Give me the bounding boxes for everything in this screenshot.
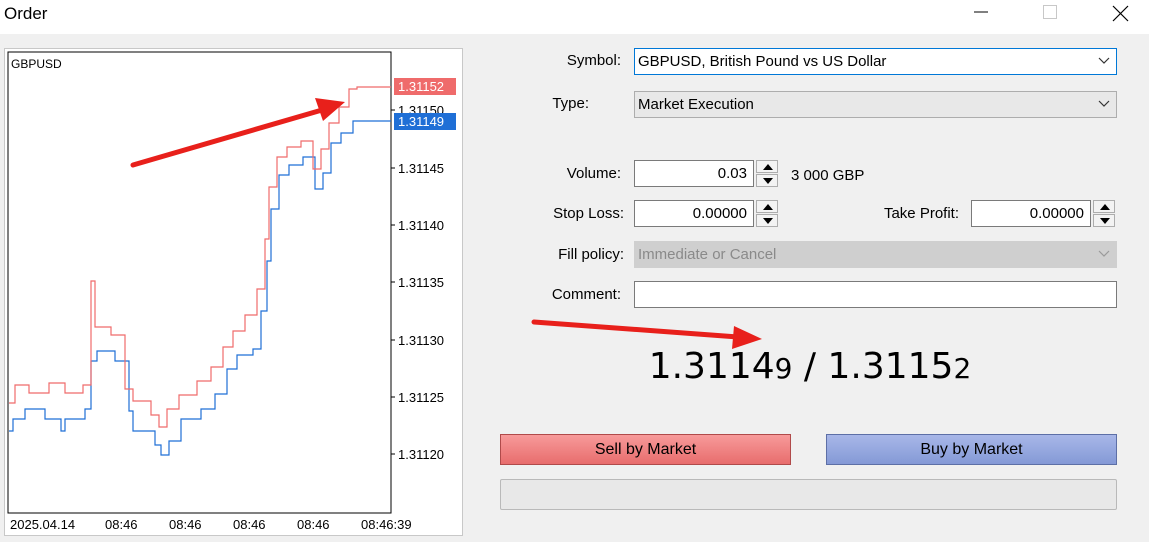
volume-input[interactable]: 0.03 bbox=[634, 160, 754, 187]
stop-loss-up-button[interactable] bbox=[756, 200, 778, 213]
status-bar bbox=[500, 479, 1117, 510]
ask-price-tag-text: 1.31152 bbox=[398, 79, 444, 94]
minimize-button[interactable] bbox=[958, 0, 1004, 26]
chevron-down-icon bbox=[1098, 100, 1110, 107]
volume-down-button[interactable] bbox=[756, 174, 778, 187]
y-axis: 1.311501.311451.311401.311351.311301.311… bbox=[391, 103, 444, 462]
y-tick-label: 1.31135 bbox=[398, 275, 444, 290]
y-tick-label: 1.31120 bbox=[398, 447, 444, 462]
type-value: Market Execution bbox=[638, 96, 754, 113]
tick-chart: GBPUSD 1.31150 1.31145 1.31140 1.31135 1.311… bbox=[4, 48, 463, 536]
fill-policy-label: Fill policy: bbox=[558, 246, 624, 263]
comment-label: Comment: bbox=[551, 286, 621, 303]
bid-price-tag-text: 1.31149 bbox=[398, 114, 444, 129]
stop-loss-stepper[interactable] bbox=[756, 200, 778, 227]
x-tick-label: 08:46 bbox=[297, 517, 330, 532]
window-title: Order bbox=[4, 4, 48, 23]
price-separator: / bbox=[792, 346, 828, 387]
arrow-up-icon bbox=[763, 204, 773, 210]
maximize-icon bbox=[1043, 5, 1057, 19]
volume-up-button[interactable] bbox=[756, 160, 778, 173]
arrow-up-icon bbox=[763, 164, 773, 170]
stop-loss-label: Stop Loss: bbox=[553, 205, 624, 222]
y-tick-label: 1.31145 bbox=[398, 161, 444, 176]
symbol-label: Symbol: bbox=[566, 52, 621, 69]
buy-by-market-button[interactable]: Buy by Market bbox=[826, 434, 1117, 465]
take-profit-up-button[interactable] bbox=[1093, 200, 1115, 213]
title-bar: Order bbox=[0, 0, 1149, 34]
stop-loss-input[interactable]: 0.00000 bbox=[634, 200, 754, 227]
arrow-down-icon bbox=[763, 178, 773, 184]
volume-label: Volume: bbox=[566, 165, 621, 182]
fill-policy-select[interactable]: Immediate or Cancel bbox=[634, 241, 1117, 268]
symbol-value: GBPUSD, British Pound vs US Dollar bbox=[638, 53, 887, 70]
fill-policy-value: Immediate or Cancel bbox=[638, 246, 777, 263]
y-tick-label: 1.31140 bbox=[398, 218, 444, 233]
arrow-down-icon bbox=[1100, 218, 1110, 224]
take-profit-stepper[interactable] bbox=[1093, 200, 1115, 227]
bid-price-last-digit: 9 bbox=[774, 352, 793, 385]
volume-info: 3 000 GBP bbox=[791, 167, 865, 184]
arrow-down-icon bbox=[763, 218, 773, 224]
x-tick-label: 08:46 bbox=[169, 517, 202, 532]
arrow-up-icon bbox=[1100, 204, 1110, 210]
chevron-down-icon bbox=[1098, 250, 1110, 257]
ask-price-main: 1.3115 bbox=[827, 346, 954, 387]
volume-stepper[interactable] bbox=[756, 160, 778, 187]
annotation-arrow-price bbox=[531, 319, 741, 340]
bid-price-main: 1.3114 bbox=[648, 346, 775, 387]
price-display: 1.31149 / 1.31152 bbox=[600, 346, 1020, 387]
close-button[interactable] bbox=[1097, 0, 1143, 26]
y-tick-label: 1.31130 bbox=[398, 333, 444, 348]
chart-symbol: GBPUSD bbox=[11, 57, 62, 71]
symbol-select[interactable]: GBPUSD, British Pound vs US Dollar bbox=[634, 48, 1117, 75]
take-profit-input[interactable]: 0.00000 bbox=[971, 200, 1091, 227]
comment-input[interactable] bbox=[634, 281, 1117, 308]
take-profit-label: Take Profit: bbox=[883, 205, 959, 222]
maximize-button[interactable] bbox=[1027, 0, 1073, 26]
type-select[interactable]: Market Execution bbox=[634, 91, 1117, 118]
take-profit-down-button[interactable] bbox=[1093, 214, 1115, 227]
x-tick-label: 08:46 bbox=[105, 517, 138, 532]
chevron-down-icon bbox=[1098, 57, 1110, 64]
sell-by-market-button[interactable]: Sell by Market bbox=[500, 434, 791, 465]
y-tick-label: 1.31125 bbox=[398, 390, 444, 405]
x-tick-label: 08:46:39 bbox=[361, 517, 412, 532]
x-tick-label: 08:46 bbox=[233, 517, 266, 532]
stop-loss-down-button[interactable] bbox=[756, 214, 778, 227]
x-axis: 2025.04.14 08:46 08:46 08:46 08:46 08:46:39 bbox=[10, 517, 412, 532]
minimize-icon bbox=[974, 11, 988, 13]
type-label: Type: bbox=[552, 95, 589, 112]
x-tick-label: 2025.04.14 bbox=[10, 517, 75, 532]
tick-chart-svg: GBPUSD 1.311501.311451.311401.311351.311… bbox=[7, 51, 456, 532]
ask-price-last-digit: 2 bbox=[953, 352, 972, 385]
close-icon bbox=[1112, 5, 1129, 22]
plot-frame bbox=[7, 51, 392, 514]
